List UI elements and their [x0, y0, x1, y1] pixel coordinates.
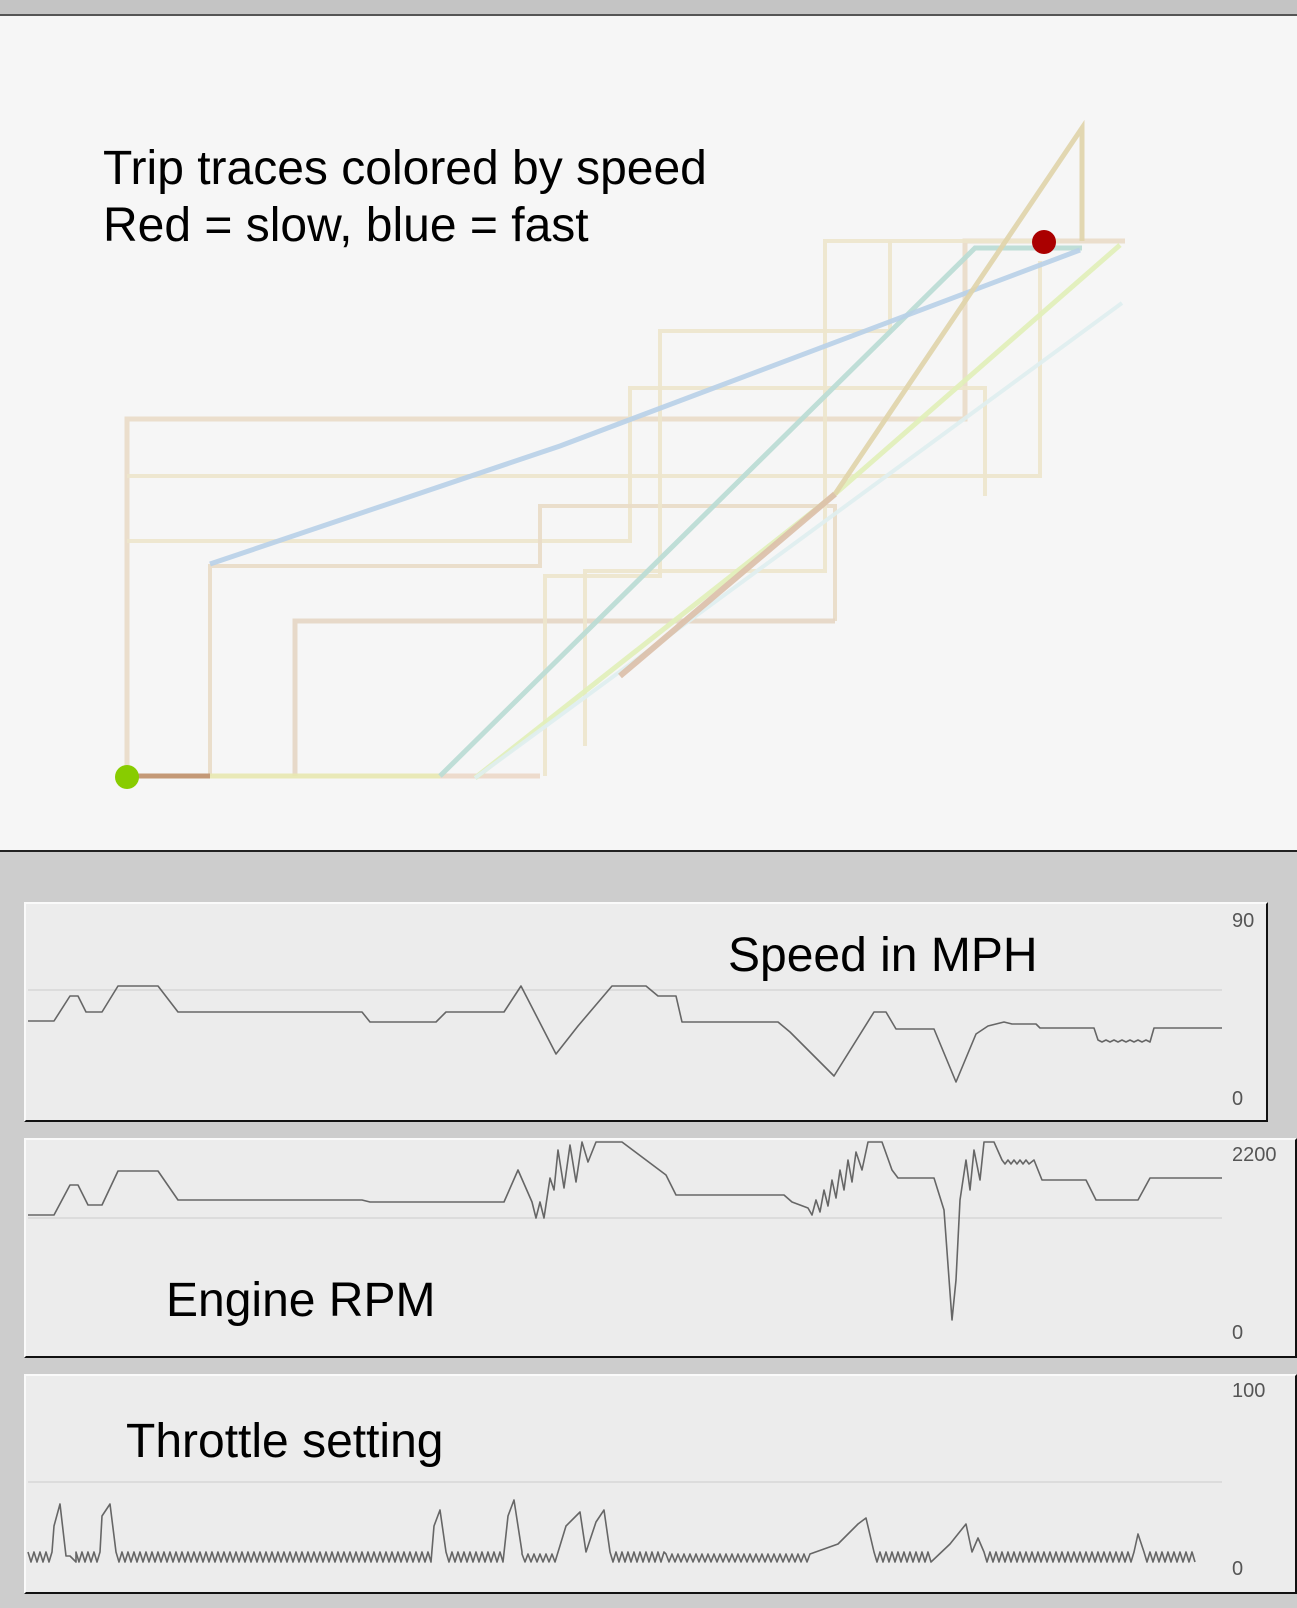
trip-trace-10 [438, 245, 1082, 778]
rpm-max-label: 2200 [1232, 1144, 1277, 1166]
throttle-gauge[interactable]: Throttle setting 100 0 [24, 1374, 1297, 1594]
trip-trace-1 [124, 238, 1125, 776]
throttle-trace [27, 1481, 1222, 1563]
trip-start-marker [115, 765, 139, 789]
map-title-line1: Trip traces colored by speed [103, 142, 707, 195]
trip-end-marker [1032, 230, 1056, 254]
speed-gauge-label: Speed in MPH [728, 929, 1038, 982]
throttle-max-label: 100 [1232, 1380, 1266, 1402]
rpm-gauge-label: Engine RPM [166, 1274, 436, 1327]
trip-trace-7 [583, 239, 1060, 746]
trip-trace-2 [127, 261, 1042, 478]
trip-trace-6 [543, 241, 892, 776]
top-strip [0, 0, 1297, 16]
trip-map[interactable]: Trip traces colored by speed Red = slow,… [0, 16, 1297, 852]
rpm-gauge[interactable]: Engine RPM 2200 0 [24, 1138, 1297, 1358]
speed-gauge[interactable]: Speed in MPH 90 0 [24, 902, 1268, 1122]
map-title-line2: Red = slow, blue = fast [103, 199, 589, 252]
throttle-line [27, 1499, 1196, 1563]
trip-trace-4 [208, 504, 837, 776]
trip-trace-11 [473, 243, 1122, 780]
trip-trace-5 [292, 618, 835, 776]
speed-line [28, 985, 1222, 1083]
throttle-min-label: 0 [1232, 1558, 1244, 1580]
speed-max-label: 90 [1232, 910, 1255, 932]
throttle-gauge-label: Throttle setting [126, 1415, 444, 1468]
trip-trace-13 [209, 247, 1081, 567]
speed-trace [28, 985, 1222, 1083]
rpm-min-label: 0 [1232, 1322, 1244, 1344]
trip-trace-14 [618, 491, 837, 679]
speed-min-label: 0 [1232, 1088, 1244, 1110]
map-title: Trip traces colored by speed Red = slow,… [103, 140, 707, 254]
